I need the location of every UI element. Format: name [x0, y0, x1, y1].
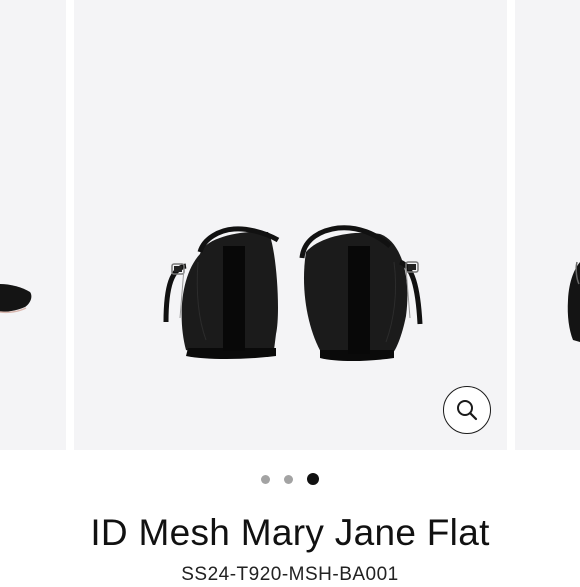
shoe-pair-back-image: [163, 225, 423, 361]
pagination-dot-3-active[interactable]: [307, 473, 319, 485]
zoom-button[interactable]: [443, 386, 491, 434]
right-shoe: [299, 225, 423, 361]
shoe-angle-image: [567, 261, 580, 342]
gallery-pagination: [0, 473, 580, 485]
gallery-image-next[interactable]: [515, 0, 580, 450]
gallery-image-current[interactable]: [74, 0, 507, 450]
magnifier-icon: [457, 400, 478, 421]
pagination-dot-2[interactable]: [284, 474, 293, 484]
product-sku: SS24-T920-MSH-BA001: [181, 564, 399, 585]
pagination-dot-1[interactable]: [261, 474, 270, 484]
product-image-gallery[interactable]: [0, 0, 580, 450]
gallery-image-previous[interactable]: [0, 0, 66, 450]
shoe-side-image: [0, 284, 32, 314]
product-title: ID Mesh Mary Jane Flat: [90, 512, 490, 553]
left-shoe: [163, 226, 280, 359]
